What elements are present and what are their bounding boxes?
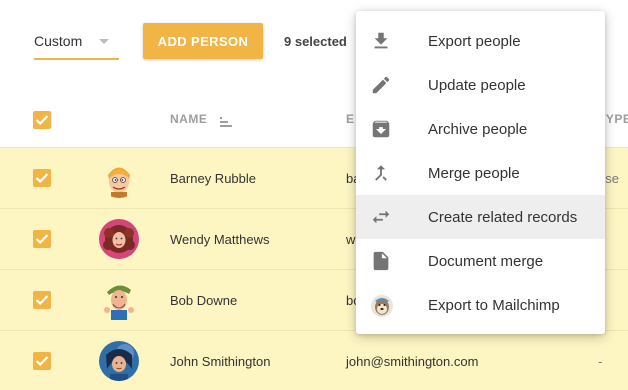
download-icon bbox=[370, 30, 392, 52]
menu-item-label: Update people bbox=[428, 77, 526, 94]
filter-select-value: Custom bbox=[34, 33, 83, 49]
menu-item-document-merge[interactable]: Document merge bbox=[356, 239, 605, 283]
checkmark-icon bbox=[35, 295, 49, 306]
row-checkbox[interactable] bbox=[33, 230, 51, 248]
menu-item-archive-people[interactable]: Archive people bbox=[356, 107, 605, 151]
sort-icon[interactable] bbox=[220, 114, 232, 132]
person-name[interactable]: Bob Downe bbox=[170, 293, 237, 308]
person-type: - bbox=[598, 354, 603, 369]
avatar bbox=[99, 158, 139, 198]
swap-arrows-icon bbox=[370, 206, 392, 228]
row-checkbox[interactable] bbox=[33, 352, 51, 370]
person-name[interactable]: Wendy Matthews bbox=[170, 232, 269, 247]
person-email: w bbox=[346, 232, 356, 247]
filter-select[interactable]: Custom bbox=[34, 22, 119, 60]
menu-item-export-people[interactable]: Export people bbox=[356, 19, 605, 63]
menu-item-label: Export people bbox=[428, 33, 521, 50]
menu-item-merge-people[interactable]: Merge people bbox=[356, 151, 605, 195]
menu-item-create-related-records[interactable]: Create related records bbox=[356, 195, 605, 239]
menu-item-label: Archive people bbox=[428, 121, 528, 138]
column-header-email[interactable]: E bbox=[346, 112, 355, 126]
row-checkbox[interactable] bbox=[33, 169, 51, 187]
menu-item-label: Create related records bbox=[428, 209, 578, 226]
menu-item-update-people[interactable]: Update people bbox=[356, 63, 605, 107]
document-icon bbox=[370, 250, 392, 272]
menu-item-export-to-mailchimp[interactable]: Export to Mailchimp bbox=[356, 283, 605, 327]
chevron-down-icon bbox=[99, 39, 109, 44]
checkmark-icon bbox=[35, 173, 49, 184]
menu-item-label: Merge people bbox=[428, 165, 520, 182]
table-row[interactable]: John Smithington john@smithington.com - bbox=[0, 331, 628, 390]
person-email: john@smithington.com bbox=[346, 354, 479, 369]
menu-item-label: Export to Mailchimp bbox=[428, 297, 560, 314]
menu-item-label: Document merge bbox=[428, 253, 544, 270]
checkmark-icon bbox=[35, 356, 49, 367]
select-all-checkbox[interactable] bbox=[33, 111, 51, 129]
add-person-button[interactable]: ADD PERSON bbox=[143, 23, 263, 59]
avatar bbox=[99, 219, 139, 259]
pencil-icon bbox=[370, 74, 392, 96]
avatar bbox=[99, 341, 139, 381]
person-name[interactable]: Barney Rubble bbox=[170, 171, 256, 186]
merge-icon bbox=[370, 162, 392, 184]
person-name[interactable]: John Smithington bbox=[170, 354, 270, 369]
mailchimp-icon bbox=[370, 294, 393, 317]
column-header-name[interactable]: NAME bbox=[170, 112, 207, 126]
avatar bbox=[99, 280, 139, 320]
checkmark-icon bbox=[35, 115, 49, 126]
bulk-actions-menu: Export people Update people Archive peop… bbox=[356, 11, 605, 334]
archive-icon bbox=[370, 118, 392, 140]
checkmark-icon bbox=[35, 234, 49, 245]
selected-count: 9 selected bbox=[284, 34, 347, 49]
row-checkbox[interactable] bbox=[33, 291, 51, 309]
